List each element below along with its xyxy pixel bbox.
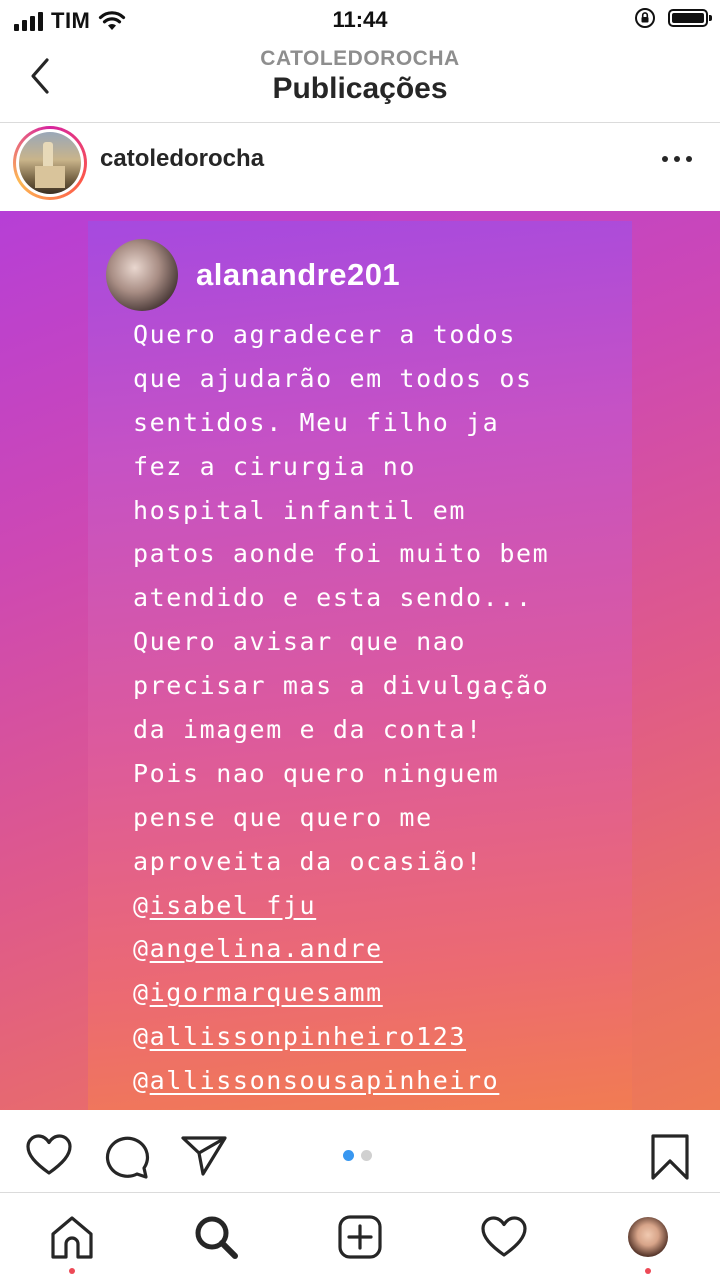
heart-icon bbox=[26, 1134, 72, 1175]
more-options-button[interactable] bbox=[662, 145, 692, 173]
status-time: 11:44 bbox=[332, 7, 388, 32]
new-post-icon bbox=[338, 1215, 382, 1259]
battery-icon bbox=[668, 9, 712, 27]
post-author-username[interactable]: catoledorocha bbox=[100, 145, 264, 173]
story-message: Quero agradecer a todos que ajudarão em t… bbox=[133, 313, 623, 1103]
story-header: alanandre201 bbox=[106, 239, 400, 311]
story-text-line: patos aonde foi muito bem bbox=[133, 539, 550, 569]
like-button[interactable] bbox=[24, 1132, 74, 1178]
mention-at-sign: @ bbox=[133, 934, 150, 964]
activity-icon bbox=[481, 1216, 527, 1257]
comment-icon bbox=[105, 1136, 150, 1179]
mention-at-sign: @ bbox=[133, 1066, 150, 1096]
bookmark-icon bbox=[651, 1134, 689, 1180]
profile-notification-dot bbox=[645, 1268, 651, 1274]
rotation-lock-icon bbox=[635, 8, 655, 28]
tab-new-post[interactable] bbox=[310, 1193, 410, 1281]
tab-profile[interactable] bbox=[598, 1193, 698, 1281]
mention-at-sign: @ bbox=[133, 978, 150, 1008]
story-text-line: Quero agradecer a todos bbox=[133, 320, 516, 349]
home-icon bbox=[51, 1216, 93, 1259]
profile-avatar bbox=[628, 1217, 668, 1257]
story-author-avatar bbox=[106, 239, 178, 311]
story-text-line: Pois nao quero ninguem bbox=[133, 758, 500, 788]
header-subtitle: CATOLEDOROCHA bbox=[260, 47, 460, 70]
nav-header: CATOLEDOROCHA Publicações bbox=[0, 40, 720, 123]
mention-handle: igormarquesamm bbox=[149, 978, 383, 1008]
story-text-line: que ajudarão em todos os bbox=[133, 363, 533, 393]
mention-handle: angelina.andre bbox=[149, 934, 383, 964]
share-icon bbox=[181, 1136, 227, 1176]
story-mention: @angelina.andre bbox=[133, 927, 623, 971]
story-text-line: da imagem e da conta! bbox=[133, 715, 483, 745]
story-text-line: pense que quero me bbox=[133, 802, 433, 832]
search-icon bbox=[195, 1216, 238, 1259]
share-button[interactable] bbox=[180, 1134, 228, 1178]
mention-handle: isabel_fju bbox=[149, 890, 317, 920]
more-horizontal-icon bbox=[662, 156, 668, 162]
status-bar: TIM 11:44 bbox=[0, 0, 720, 40]
mention-at-sign: @ bbox=[133, 890, 150, 920]
story-text-line: atendido e esta sendo... bbox=[133, 583, 533, 613]
page-title: Publicações bbox=[272, 72, 448, 105]
story-mention: @allissonsousapinheiro bbox=[133, 1059, 623, 1103]
carousel-dot bbox=[343, 1150, 354, 1161]
tab-home[interactable] bbox=[22, 1193, 122, 1281]
post-action-bar bbox=[0, 1110, 720, 1192]
story-text-line: aproveita da ocasião! bbox=[133, 846, 483, 876]
save-button[interactable] bbox=[648, 1132, 692, 1182]
mention-at-sign: @ bbox=[133, 1022, 150, 1052]
home-notification-dot bbox=[69, 1268, 75, 1274]
story-text-line: precisar mas a divulgação bbox=[133, 671, 550, 701]
comment-button[interactable] bbox=[103, 1134, 151, 1180]
story-mention: @allissonpinheiro123 bbox=[133, 1015, 623, 1059]
story-text-line: hospital infantil em bbox=[133, 495, 467, 525]
story-text-line: sentidos. Meu filho ja bbox=[133, 407, 500, 437]
mention-handle: allissonsousapinheiro bbox=[149, 1066, 500, 1096]
carousel-dot bbox=[361, 1150, 372, 1161]
tab-activity[interactable] bbox=[454, 1193, 554, 1281]
story-author-username: alanandre201 bbox=[196, 257, 401, 292]
post-author-avatar[interactable] bbox=[13, 126, 87, 200]
mention-handle: allissonpinheiro123 bbox=[149, 1022, 467, 1052]
post-header: catoledorocha bbox=[0, 123, 720, 211]
story-text-line: Quero avisar que nao bbox=[133, 627, 467, 657]
tab-search[interactable] bbox=[166, 1193, 266, 1281]
story-mention: @igormarquesamm bbox=[133, 971, 623, 1015]
status-right bbox=[634, 7, 712, 29]
carousel-indicator bbox=[343, 1150, 372, 1161]
bottom-tab-bar bbox=[0, 1192, 720, 1281]
story-mention: @isabel_fju bbox=[133, 884, 623, 928]
story-text-line: fez a cirurgia no bbox=[133, 451, 417, 481]
